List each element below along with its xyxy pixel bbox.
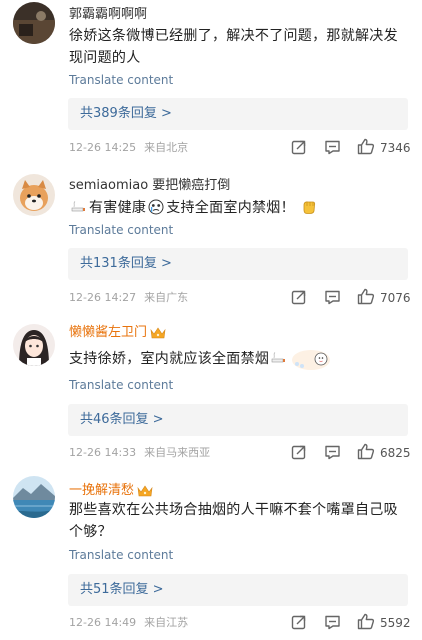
like-count: 7076 [380, 291, 411, 305]
translate-link[interactable]: Translate content [69, 548, 173, 563]
comment-text: 支持徐娇，室内就应该全面禁烟 [69, 345, 407, 378]
crown-badge-icon [137, 484, 153, 498]
no-smoking-emoji [271, 351, 287, 373]
location: 来自江苏 [144, 616, 189, 629]
translate-link[interactable]: Translate content [69, 223, 173, 238]
comment-item: 懒懒酱左卫门 支持徐娇，室内就应该全面禁烟 Translate content … [0, 320, 422, 472]
comment-item: 郭霸霸啊啊啊 徐娇这条微博已经删了，解决不了问题，那就解决发现问题的人 Tran… [0, 0, 422, 168]
replies-button[interactable]: 共131条回复 > [68, 248, 408, 280]
replies-button[interactable]: 共46条回复 > [68, 404, 408, 436]
forward-icon[interactable] [291, 614, 309, 632]
translate-link[interactable]: Translate content [69, 73, 173, 88]
location: 来自北京 [144, 141, 189, 154]
avatar[interactable] [13, 476, 55, 518]
avatar[interactable] [13, 324, 55, 366]
avatar[interactable] [13, 174, 55, 216]
thumbs-up-icon[interactable] [357, 613, 375, 631]
anime-girl-avatar-icon [13, 324, 55, 366]
replies-button[interactable]: 共51条回复 > [68, 574, 408, 606]
comment-text-part: 有害健康 [89, 200, 147, 216]
lake-landscape-avatar-icon [13, 476, 55, 518]
thumbs-up-icon[interactable] [357, 288, 375, 306]
location: 来自马来西亚 [144, 446, 211, 459]
comment-meta: 12-26 14:49 来自江苏 [69, 616, 188, 630]
translate-link[interactable]: Translate content [69, 378, 173, 393]
crown-badge-icon [150, 326, 166, 340]
like-count: 6825 [380, 446, 411, 460]
thumbs-up-icon[interactable] [357, 138, 375, 156]
cartoon-sticker-emoji [291, 345, 331, 378]
comment-meta: 12-26 14:27 来自广东 [69, 291, 188, 305]
crying-face-emoji [148, 199, 164, 222]
location: 来自广东 [144, 291, 189, 304]
thumbs-up-icon[interactable] [357, 443, 375, 461]
comment-icon[interactable] [324, 139, 342, 157]
forward-icon[interactable] [291, 444, 309, 462]
comment-text: 那些喜欢在公共场合抽烟的人干嘛不套个嘴罩自己吸个够？ [69, 502, 398, 540]
comment-text: 徐娇这条微博已经删了，解决不了问题，那就解决发现问题的人 [69, 28, 398, 66]
comment-icon[interactable] [324, 444, 342, 462]
comment-text-part: 支持全面室内禁烟！ [166, 200, 295, 216]
fist-emoji [301, 199, 317, 222]
comment-item: semiaomiao 要把懒癌打倒 有害健康 支持全面室内禁烟！ Transla… [0, 168, 422, 320]
forward-icon[interactable] [291, 139, 309, 157]
timestamp: 12-26 14:25 [69, 141, 137, 154]
comment-icon[interactable] [324, 289, 342, 307]
forward-icon[interactable] [291, 289, 309, 307]
username[interactable]: 郭霸霸啊啊啊 [69, 7, 147, 24]
like-count: 5592 [380, 616, 411, 630]
username[interactable]: 一挽解清愁 [69, 483, 153, 500]
timestamp: 12-26 14:49 [69, 616, 137, 629]
comment-meta: 12-26 14:25 来自北京 [69, 141, 188, 155]
comment-item: 一挽解清愁 那些喜欢在公共场合抽烟的人干嘛不套个嘴罩自己吸个够？ Transla… [0, 472, 422, 640]
like-count: 7346 [380, 141, 411, 155]
shiba-dog-avatar-icon [13, 174, 55, 216]
comment-icon[interactable] [324, 614, 342, 632]
username[interactable]: semiaomiao 要把懒癌打倒 [69, 178, 230, 195]
no-smoking-emoji [71, 200, 87, 222]
timestamp: 12-26 14:33 [69, 446, 137, 459]
username[interactable]: 懒懒酱左卫门 [69, 325, 166, 342]
dark-landscape-avatar-icon [13, 2, 55, 44]
comment-meta: 12-26 14:33 来自马来西亚 [69, 446, 210, 460]
comment-text: 有害健康 支持全面室内禁烟！ [69, 197, 407, 222]
timestamp: 12-26 14:27 [69, 291, 137, 304]
replies-button[interactable]: 共389条回复 > [68, 98, 408, 130]
avatar[interactable] [13, 2, 55, 44]
